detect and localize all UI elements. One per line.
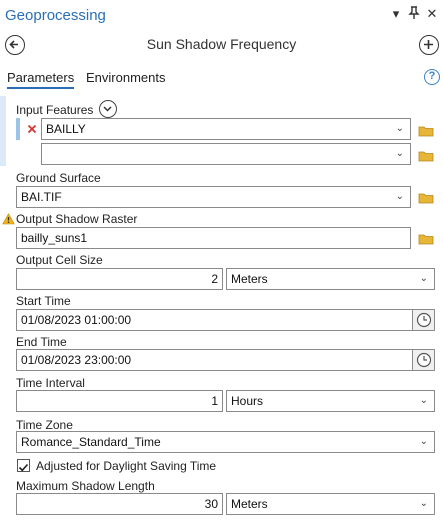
time-interval-label: Time Interval [16,376,85,390]
end-time-label: End Time [16,335,67,349]
cell-size-unit-select[interactable]: Meters ⌄ [226,268,435,290]
folder-icon[interactable] [418,191,434,204]
time-interval-unit-value: Hours [231,394,264,408]
check-icon [18,463,29,472]
folder-icon[interactable] [418,232,434,245]
dst-checkbox[interactable] [17,459,30,472]
end-time-field[interactable]: 01/08/2023 23:00:00 [16,349,435,371]
input-features-label: Input Features [16,103,94,117]
x-icon[interactable] [26,122,38,134]
time-zone-value: Romance_Standard_Time [21,435,161,449]
start-time-value: 01/08/2023 01:00:00 [21,313,132,327]
ground-surface-label: Ground Surface [16,171,101,185]
time-interval-unit-select[interactable]: Hours ⌄ [226,390,435,412]
folder-icon[interactable] [418,149,434,162]
max-shadow-field[interactable]: 30 [16,493,223,515]
chevron-down-icon[interactable]: ⌄ [420,391,428,411]
pane-title: Geoprocessing [5,7,106,24]
chevron-down-icon[interactable]: ⌄ [420,432,428,452]
clock-icon[interactable] [412,350,434,370]
max-shadow-unit-value: Meters [231,497,268,511]
ground-surface-value: BAI.TIF [21,190,62,204]
max-shadow-label: Maximum Shadow Length [16,479,155,493]
pin-icon[interactable] [406,6,422,22]
start-time-field[interactable]: 01/08/2023 01:00:00 [16,309,435,331]
chevron-down-icon[interactable]: ⌄ [420,494,428,514]
ground-surface-field[interactable]: BAI.TIF ⌄ [16,186,411,208]
max-shadow-unit-select[interactable]: Meters ⌄ [226,493,435,515]
input-features-field-2[interactable]: ⌄ [41,143,411,165]
tab-environments[interactable]: Environments [86,70,165,85]
tab-parameters[interactable]: Parameters [7,70,75,89]
active-section-indicator [0,96,6,166]
cell-size-label: Output Cell Size [16,253,103,267]
help-icon[interactable]: ? [424,69,440,85]
cell-size-unit-value: Meters [231,272,268,286]
output-shadow-value: bailly_suns1 [21,231,88,245]
output-shadow-label: Output Shadow Raster [16,212,138,226]
close-icon[interactable]: ✕ [424,6,440,22]
chevron-down-icon[interactable]: ⌄ [396,144,404,164]
dst-label[interactable]: Adjusted for Daylight Saving Time [36,459,216,473]
row-accent [16,118,20,140]
chevron-down-icon[interactable]: ⌄ [396,187,404,207]
input-features-value: BAILLY [46,122,86,136]
output-shadow-field[interactable]: bailly_suns1 [16,227,411,249]
cell-size-field[interactable]: 2 [16,268,223,290]
chevron-down-icon[interactable]: ⌄ [396,119,404,139]
folder-icon[interactable] [418,124,434,137]
clock-icon[interactable] [412,310,434,330]
add-button[interactable] [419,35,439,55]
input-features-field-1[interactable]: BAILLY ⌄ [41,118,411,140]
expand-button[interactable] [99,100,117,118]
time-zone-label: Time Zone [16,418,73,432]
chevron-down-icon[interactable]: ⌄ [420,269,428,289]
chevron-down-icon[interactable]: ▾ [388,6,404,22]
chevron-down-icon [103,106,112,112]
plus-icon [424,40,433,49]
time-interval-field[interactable]: 1 [16,390,223,412]
time-zone-select[interactable]: Romance_Standard_Time ⌄ [16,431,435,453]
end-time-value: 01/08/2023 23:00:00 [21,353,132,367]
tool-name: Sun Shadow Frequency [146,36,297,52]
warning-icon [2,212,15,225]
start-time-label: Start Time [16,294,71,308]
